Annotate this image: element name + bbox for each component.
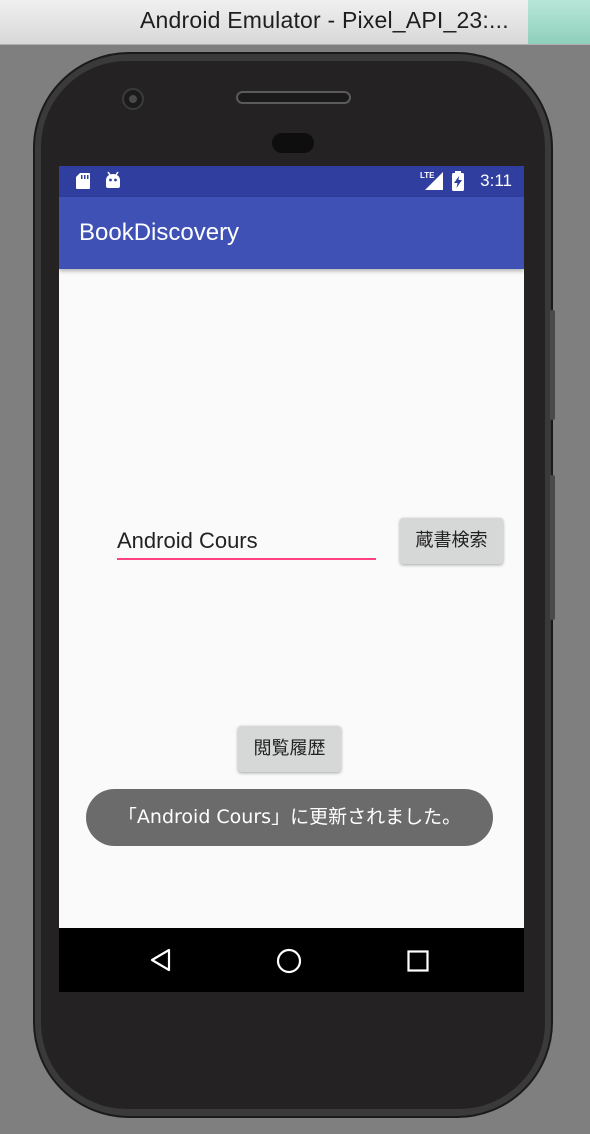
search-input[interactable]	[117, 523, 375, 559]
battery-charging-icon	[451, 171, 465, 196]
browsing-history-button[interactable]: 閲覧履歴	[238, 726, 341, 772]
device-screen: LTE 3:11 BookDiscovery 蔵書検索 閲覧履歴 「Androi…	[59, 166, 524, 992]
toast-message: 「Android Cours」に更新されました。	[86, 789, 493, 846]
front-camera	[122, 88, 144, 110]
search-field-container	[117, 523, 377, 563]
app-bar: BookDiscovery	[59, 197, 524, 269]
volume-button[interactable]	[550, 475, 555, 620]
network-type-label: LTE	[420, 171, 435, 180]
lte-signal-icon: LTE	[419, 171, 443, 195]
earpiece-speaker	[236, 91, 351, 104]
back-icon[interactable]	[149, 948, 173, 976]
title-bar-accent	[528, 0, 590, 44]
home-icon[interactable]	[276, 948, 302, 978]
search-input-underline	[117, 558, 376, 560]
sd-card-icon	[75, 172, 91, 194]
android-debug-icon	[104, 171, 122, 193]
status-bar: LTE 3:11	[59, 166, 524, 197]
emulator-title-bar: Android Emulator - Pixel_API_23:...	[0, 0, 590, 45]
recents-icon[interactable]	[407, 950, 429, 976]
emulator-window-title: Android Emulator - Pixel_API_23:...	[140, 7, 509, 33]
power-button[interactable]	[550, 310, 555, 420]
navigation-bar	[59, 928, 524, 992]
proximity-sensor	[272, 133, 314, 153]
search-books-button[interactable]: 蔵書検索	[400, 518, 503, 564]
app-title: BookDiscovery	[79, 219, 240, 246]
status-clock: 3:11	[480, 171, 512, 190]
